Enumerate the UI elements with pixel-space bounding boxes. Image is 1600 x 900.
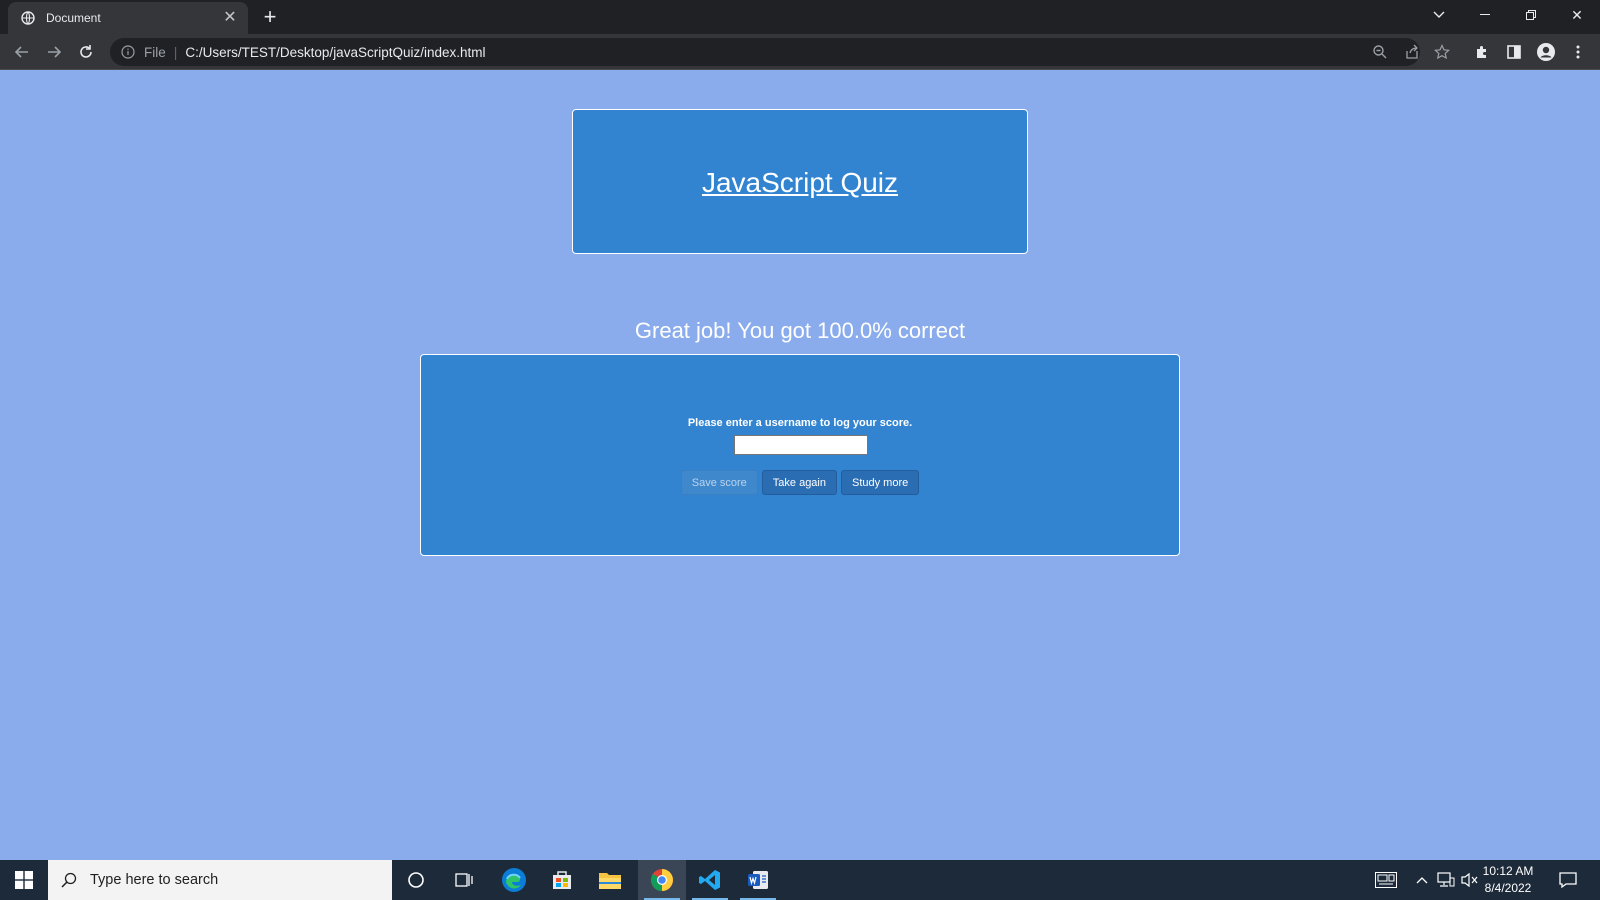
bookmark-star-icon[interactable] bbox=[1430, 40, 1454, 64]
info-icon[interactable] bbox=[120, 44, 136, 60]
microsoft-store-icon[interactable] bbox=[538, 860, 586, 900]
chrome-browser-icon[interactable] bbox=[638, 860, 686, 900]
take-again-button[interactable]: Take again bbox=[761, 470, 837, 495]
taskbar-clock[interactable]: 10:12 AM 8/4/2022 bbox=[1478, 863, 1538, 897]
minimize-button[interactable] bbox=[1462, 0, 1508, 30]
forward-arrow-icon[interactable] bbox=[42, 40, 66, 64]
address-bar[interactable]: File | C:/Users/TEST/Desktop/javaScriptQ… bbox=[110, 38, 1420, 66]
globe-icon bbox=[20, 10, 36, 26]
reload-icon[interactable] bbox=[74, 40, 98, 64]
browser-tabstrip: Document ✕ + ✕ bbox=[0, 0, 1600, 34]
tab-search-chevron-icon[interactable] bbox=[1416, 0, 1462, 30]
username-prompt: Please enter a username to log your scor… bbox=[687, 417, 913, 429]
keyboard-icon[interactable] bbox=[1374, 870, 1398, 890]
score-panel: Please enter a username to log your scor… bbox=[420, 354, 1180, 556]
url-text[interactable]: C:/Users/TEST/Desktop/javaScriptQuiz/ind… bbox=[185, 45, 485, 60]
windows-taskbar: Type here to search 10:12 AM 8/4/2022 bbox=[0, 860, 1600, 900]
network-icon[interactable] bbox=[1436, 870, 1456, 890]
study-more-button[interactable]: Study more bbox=[841, 470, 920, 495]
notifications-icon[interactable] bbox=[1558, 870, 1578, 890]
cortana-circle-icon[interactable] bbox=[392, 860, 440, 900]
save-score-button[interactable]: Save score bbox=[680, 470, 758, 495]
word-icon[interactable] bbox=[734, 860, 782, 900]
result-message: Great job! You got 100.0% correct bbox=[634, 318, 966, 343]
extensions-puzzle-icon[interactable] bbox=[1470, 40, 1494, 64]
taskbar-search-box[interactable]: Type here to search bbox=[48, 860, 392, 900]
windows-start-icon[interactable] bbox=[0, 860, 48, 900]
zoom-icon[interactable] bbox=[1368, 40, 1392, 64]
search-placeholder: Type here to search bbox=[90, 872, 219, 888]
edge-browser-icon[interactable] bbox=[490, 860, 538, 900]
close-tab-icon[interactable]: ✕ bbox=[222, 10, 238, 26]
profile-avatar-icon[interactable] bbox=[1534, 40, 1558, 64]
page-title[interactable]: JavaScript Quiz bbox=[702, 167, 898, 199]
clock-date: 8/4/2022 bbox=[1484, 881, 1532, 895]
address-separator: | bbox=[173, 44, 178, 60]
chevron-up-icon[interactable] bbox=[1412, 870, 1432, 890]
scheme-label: File bbox=[144, 44, 166, 60]
share-icon[interactable] bbox=[1400, 40, 1424, 64]
volume-muted-icon[interactable] bbox=[1460, 870, 1480, 890]
username-input[interactable] bbox=[734, 435, 868, 455]
side-panel-icon[interactable] bbox=[1502, 40, 1526, 64]
menu-kebab-icon[interactable] bbox=[1566, 40, 1590, 64]
action-buttons: Save score Take again Study more bbox=[421, 470, 1179, 495]
quiz-header: JavaScript Quiz bbox=[572, 109, 1028, 254]
new-tab-button[interactable]: + bbox=[258, 6, 282, 30]
vscode-icon[interactable] bbox=[686, 860, 734, 900]
tab-document[interactable]: Document ✕ bbox=[8, 2, 248, 34]
search-icon bbox=[60, 871, 78, 889]
task-view-icon[interactable] bbox=[440, 860, 488, 900]
close-window-button[interactable]: ✕ bbox=[1554, 0, 1600, 30]
clock-time: 10:12 AM bbox=[1482, 864, 1534, 878]
browser-toolbar: File | C:/Users/TEST/Desktop/javaScriptQ… bbox=[0, 34, 1600, 70]
restore-button[interactable] bbox=[1508, 0, 1554, 30]
file-explorer-icon[interactable] bbox=[586, 860, 634, 900]
back-arrow-icon[interactable] bbox=[10, 40, 34, 64]
tab-title: Document bbox=[46, 11, 101, 25]
